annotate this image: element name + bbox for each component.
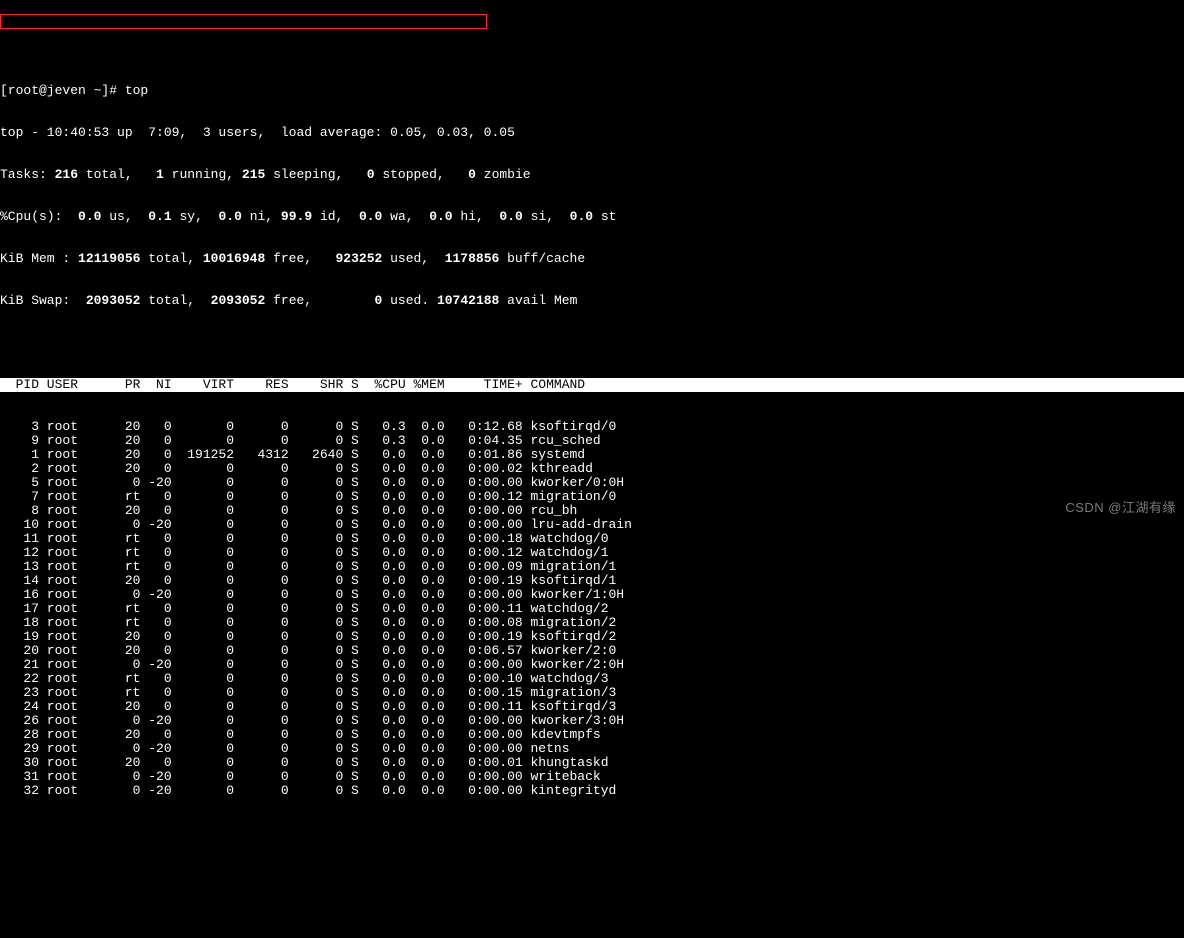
table-row: 3 root 20 0 0 0 0 S 0.3 0.0 0:12.68 ksof… xyxy=(0,420,1184,434)
column-header-wrap: PID USER PR NI VIRT RES SHR S %CPU %MEM … xyxy=(0,378,1184,392)
table-row: 31 root 0 -20 0 0 0 S 0.0 0.0 0:00.00 wr… xyxy=(0,770,1184,784)
c6: ni, xyxy=(250,209,281,224)
column-header: PID USER PR NI VIRT RES SHR S %CPU %MEM … xyxy=(0,378,1184,392)
t2: total, xyxy=(86,167,156,182)
process-list: 3 root 20 0 0 0 0 S 0.3 0.0 0:12.68 ksof… xyxy=(0,420,1184,798)
tasks-line: Tasks: 216 total, 1 running, 215 sleepin… xyxy=(0,168,1184,182)
s7: 10742188 xyxy=(437,293,507,308)
m4: free, xyxy=(273,251,335,266)
c13: 0.0 xyxy=(499,209,530,224)
table-row: 21 root 0 -20 0 0 0 S 0.0 0.0 0:00.00 kw… xyxy=(0,658,1184,672)
table-row: 13 root rt 0 0 0 0 S 0.0 0.0 0:00.09 mig… xyxy=(0,560,1184,574)
c14: si, xyxy=(531,209,570,224)
c9: 0.0 xyxy=(359,209,390,224)
c2: us, xyxy=(109,209,148,224)
table-row: 11 root rt 0 0 0 0 S 0.0 0.0 0:00.18 wat… xyxy=(0,532,1184,546)
c12: hi, xyxy=(460,209,499,224)
t6: sleeping, xyxy=(273,167,367,182)
c3: 0.1 xyxy=(148,209,179,224)
mem-line: KiB Mem : 12119056 total, 10016948 free,… xyxy=(0,252,1184,266)
table-row: 22 root rt 0 0 0 0 S 0.0 0.0 0:00.10 wat… xyxy=(0,672,1184,686)
c4: sy, xyxy=(179,209,218,224)
shell-prompt: [root@jeven ~]# top xyxy=(0,84,1184,98)
s4: free, xyxy=(273,293,374,308)
table-row: 26 root 0 -20 0 0 0 S 0.0 0.0 0:00.00 kw… xyxy=(0,714,1184,728)
t0: Tasks: xyxy=(0,167,55,182)
table-row: 7 root rt 0 0 0 0 S 0.0 0.0 0:00.12 migr… xyxy=(0,490,1184,504)
table-row: 8 root 20 0 0 0 0 S 0.0 0.0 0:00.00 rcu_… xyxy=(0,504,1184,518)
table-row: 17 root rt 0 0 0 0 S 0.0 0.0 0:00.11 wat… xyxy=(0,602,1184,616)
table-row: 5 root 0 -20 0 0 0 S 0.0 0.0 0:00.00 kwo… xyxy=(0,476,1184,490)
table-row: 16 root 0 -20 0 0 0 S 0.0 0.0 0:00.00 kw… xyxy=(0,588,1184,602)
s3: 2093052 xyxy=(211,293,273,308)
c1: 0.0 xyxy=(78,209,109,224)
m2: total, xyxy=(148,251,203,266)
m0: KiB Mem : xyxy=(0,251,78,266)
c16: st xyxy=(601,209,617,224)
m8: buff/cache xyxy=(507,251,585,266)
table-row: 30 root 20 0 0 0 0 S 0.0 0.0 0:00.01 khu… xyxy=(0,756,1184,770)
c10: wa, xyxy=(390,209,429,224)
s5: 0 xyxy=(375,293,391,308)
table-row: 24 root 20 0 0 0 0 S 0.0 0.0 0:00.11 kso… xyxy=(0,700,1184,714)
blank-line xyxy=(0,336,1184,350)
c15: 0.0 xyxy=(570,209,601,224)
t5: 215 xyxy=(242,167,273,182)
table-row: 10 root 0 -20 0 0 0 S 0.0 0.0 0:00.00 lr… xyxy=(0,518,1184,532)
s1: 2093052 xyxy=(86,293,148,308)
table-row: 9 root 20 0 0 0 0 S 0.3 0.0 0:04.35 rcu_… xyxy=(0,434,1184,448)
top-summary-line: top - 10:40:53 up 7:09, 3 users, load av… xyxy=(0,126,1184,140)
cpu-line: %Cpu(s): 0.0 us, 0.1 sy, 0.0 ni, 99.9 id… xyxy=(0,210,1184,224)
terminal[interactable]: [root@jeven ~]# top top - 10:40:53 up 7:… xyxy=(0,56,1184,812)
t1: 216 xyxy=(55,167,86,182)
m3: 10016948 xyxy=(203,251,273,266)
c0: %Cpu(s): xyxy=(0,209,78,224)
table-row: 20 root 20 0 0 0 0 S 0.0 0.0 0:06.57 kwo… xyxy=(0,644,1184,658)
s6: used. xyxy=(390,293,437,308)
s2: total, xyxy=(148,293,210,308)
table-row: 28 root 20 0 0 0 0 S 0.0 0.0 0:00.00 kde… xyxy=(0,728,1184,742)
table-row: 32 root 0 -20 0 0 0 S 0.0 0.0 0:00.00 ki… xyxy=(0,784,1184,798)
c8: id, xyxy=(320,209,359,224)
table-row: 14 root 20 0 0 0 0 S 0.0 0.0 0:00.19 kso… xyxy=(0,574,1184,588)
t7: 0 xyxy=(367,167,383,182)
table-row: 12 root rt 0 0 0 0 S 0.0 0.0 0:00.12 wat… xyxy=(0,546,1184,560)
c5: 0.0 xyxy=(218,209,249,224)
m5: 923252 xyxy=(335,251,390,266)
table-row: 23 root rt 0 0 0 0 S 0.0 0.0 0:00.15 mig… xyxy=(0,686,1184,700)
m1: 12119056 xyxy=(78,251,148,266)
table-row: 29 root 0 -20 0 0 0 S 0.0 0.0 0:00.00 ne… xyxy=(0,742,1184,756)
swap-line: KiB Swap: 2093052 total, 2093052 free, 0… xyxy=(0,294,1184,308)
t9: 0 xyxy=(468,167,484,182)
s0: KiB Swap: xyxy=(0,293,86,308)
t8: stopped, xyxy=(382,167,468,182)
m7: 1178856 xyxy=(445,251,507,266)
table-row: 19 root 20 0 0 0 0 S 0.0 0.0 0:00.19 kso… xyxy=(0,630,1184,644)
c11: 0.0 xyxy=(429,209,460,224)
table-row: 1 root 20 0 191252 4312 2640 S 0.0 0.0 0… xyxy=(0,448,1184,462)
t4: running, xyxy=(172,167,242,182)
t10: zombie xyxy=(484,167,531,182)
annotation-highlight xyxy=(0,14,487,29)
t3: 1 xyxy=(156,167,172,182)
s8: avail Mem xyxy=(507,293,585,308)
table-row: 2 root 20 0 0 0 0 S 0.0 0.0 0:00.02 kthr… xyxy=(0,462,1184,476)
table-row: 18 root rt 0 0 0 0 S 0.0 0.0 0:00.08 mig… xyxy=(0,616,1184,630)
c7: 99.9 xyxy=(281,209,320,224)
m6: used, xyxy=(390,251,445,266)
